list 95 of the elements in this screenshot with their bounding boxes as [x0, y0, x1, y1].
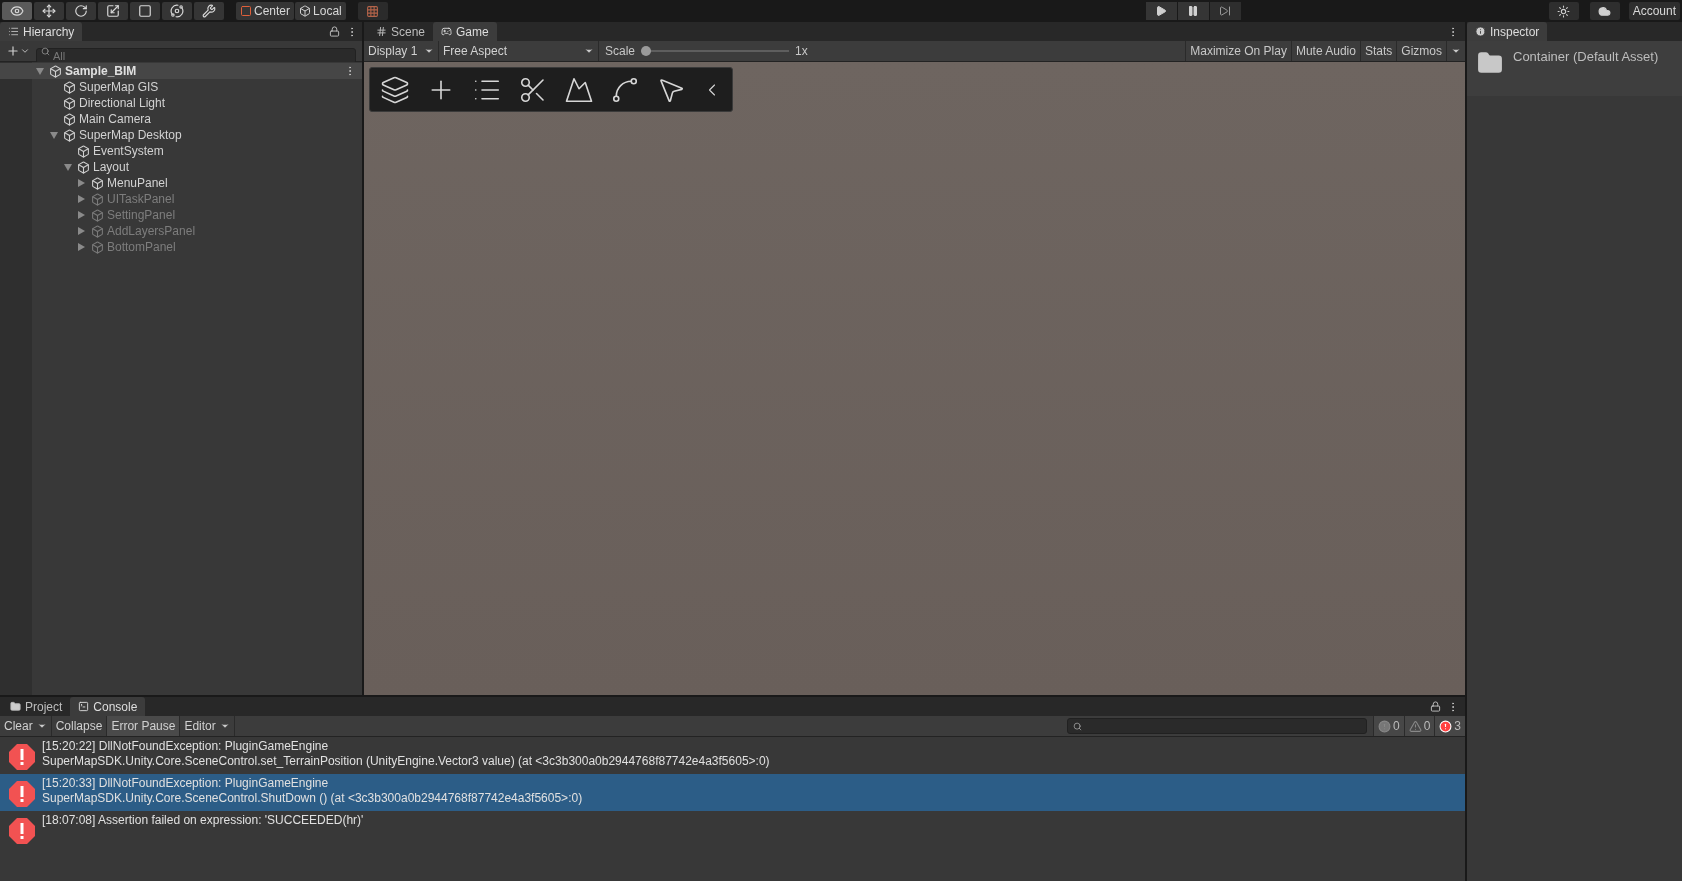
info-icon — [1475, 26, 1486, 37]
toggle-button[interactable]: Stats — [1359, 41, 1397, 61]
log-message-line: [18:07:08] Assertion failed on expression: 'SUCCEEDED(hr)' — [42, 813, 364, 828]
hierarchy-item[interactable]: Main Camera — [79, 110, 152, 128]
folder-icon — [1477, 50, 1503, 76]
add-dropdown-button[interactable] — [6, 44, 30, 58]
caret-icon — [1451, 46, 1461, 56]
hierarchy-item[interactable]: Directional Light — [79, 94, 166, 112]
settings-button[interactable] — [1548, 2, 1579, 20]
pivot-local-button[interactable]: Local — [295, 2, 346, 20]
lock-icon[interactable] — [1430, 701, 1441, 712]
hierarchy-item[interactable]: SuperMap GIS — [79, 78, 159, 96]
log-message-line: SuperMapSDK.Unity.Core.SceneControl.ShutDown () (at <3c3b300a0b2944768f87742e4a3f5605>:0) — [42, 791, 583, 806]
cloud-icon — [1598, 4, 1612, 18]
toggle-button[interactable]: Maximize On Play — [1185, 41, 1291, 61]
cube-icon — [299, 5, 312, 17]
log-count-button[interactable]: 0 — [1403, 716, 1435, 736]
log-message-line: SuperMapSDK.Unity.Core.SceneControl.set_TerrainPosition (UnityEngine.Vector3 value) (at <3c3b300a0b2944768f87742e4a3f5605>:0) — [42, 754, 770, 769]
wrench-icon[interactable] — [194, 2, 224, 20]
caret-icon — [424, 46, 434, 56]
grid-snap-button[interactable] — [357, 2, 388, 20]
collapsed-arrow-icon[interactable] — [78, 227, 85, 235]
panel-tab[interactable]: Scene — [368, 22, 434, 41]
cloud-button[interactable] — [1589, 2, 1620, 20]
collapsed-arrow-icon[interactable] — [78, 195, 85, 203]
hierarchy-item[interactable]: EventSystem — [93, 142, 164, 160]
pause-icon — [1187, 5, 1200, 17]
expanded-arrow-icon[interactable] — [64, 163, 72, 171]
collapsed-arrow-icon[interactable] — [78, 179, 85, 187]
caret-icon — [584, 46, 594, 56]
collapsed-arrow-icon[interactable] — [78, 243, 85, 251]
play-icon — [1155, 5, 1168, 17]
caret-icon — [20, 46, 30, 56]
orbit-icon[interactable] — [162, 2, 192, 20]
expanded-arrow-icon[interactable] — [36, 67, 44, 75]
error-icon — [8, 817, 36, 845]
panel-tab[interactable]: Inspector — [1467, 22, 1548, 41]
console-toolbar-button[interactable]: Editor — [180, 716, 235, 736]
asset-title: Container (Default Asset) — [1513, 48, 1659, 66]
folder-icon — [10, 701, 21, 712]
caret-icon — [219, 721, 230, 731]
error-icon — [1439, 719, 1453, 733]
log-message-line: [15:20:33] DllNotFoundException: PluginGameEngine — [42, 776, 330, 791]
scale-slider[interactable] — [641, 46, 790, 56]
console-entry[interactable]: [15:20:33] DllNotFoundException: PluginGameEngine SuperMapSDK.Unity.Core.SceneControl.ShutDown () (at <3c3b300a0b2944768f87742e4a3f5605>:0) — [0, 774, 1465, 811]
toggle-button[interactable]: Gizmos — [1396, 41, 1446, 61]
rect-icon[interactable] — [130, 2, 160, 20]
rotate-icon[interactable] — [66, 2, 96, 20]
search-icon — [41, 47, 50, 56]
pivot-icon — [240, 5, 252, 17]
plus-icon — [6, 44, 20, 58]
slider-thumb[interactable] — [641, 46, 652, 56]
play-button[interactable] — [1145, 2, 1177, 20]
panel-tab[interactable]: Hierarchy — [0, 22, 83, 41]
eye-icon[interactable] — [2, 2, 32, 20]
panel-tab[interactable]: Project — [2, 697, 71, 716]
panel-tab[interactable]: Console — [70, 697, 146, 716]
aspect-dropdown[interactable]: Free Aspect — [439, 41, 599, 61]
account-button[interactable]: Account — [1628, 2, 1680, 20]
step-button[interactable] — [1209, 2, 1241, 20]
hash-icon — [376, 26, 387, 37]
hierarchy-item[interactable]: SuperMap Desktop — [79, 126, 182, 144]
toggle-button[interactable]: Mute Audio — [1290, 41, 1360, 61]
console-toolbar-button[interactable]: Error Pause — [107, 716, 181, 736]
settings-icon — [1557, 4, 1571, 18]
caret-icon — [36, 721, 47, 731]
gamepad-icon — [441, 26, 453, 37]
hierarchy-item[interactable]: Layout — [93, 158, 130, 176]
step-icon — [1219, 5, 1232, 17]
lock-icon[interactable] — [329, 26, 340, 37]
scale-reading: 1x — [795, 43, 808, 60]
log-message-line: [15:20:22] DllNotFoundException: PluginGameEngine — [42, 739, 330, 754]
log-count-button[interactable]: 0 — [1372, 716, 1404, 736]
log-count-button[interactable]: 3 — [1434, 716, 1465, 736]
console-toolbar-button[interactable]: Clear — [0, 716, 52, 736]
error-icon — [8, 780, 36, 808]
pause-button[interactable] — [1177, 2, 1209, 20]
scale-label: Scale — [605, 43, 636, 60]
collapsed-arrow-icon[interactable] — [78, 211, 85, 219]
console-icon — [78, 701, 90, 712]
scale-icon[interactable] — [98, 2, 128, 20]
grid-icon — [366, 4, 380, 18]
error-icon — [8, 743, 36, 771]
expanded-arrow-icon[interactable] — [50, 131, 58, 139]
display-dropdown[interactable]: Display 1 — [364, 41, 439, 61]
move-arrows-icon[interactable] — [34, 2, 64, 20]
warning-icon — [1408, 719, 1422, 733]
info-icon — [1377, 719, 1391, 733]
hierarchy-item[interactable]: MenuPanel — [107, 174, 168, 192]
search-icon — [1072, 721, 1082, 731]
pivot-center-button[interactable]: Center — [236, 2, 295, 20]
panel-tab[interactable]: Game — [433, 22, 497, 41]
list-icon — [8, 26, 19, 37]
layers-icon[interactable] — [380, 74, 410, 105]
console-search-field[interactable] — [1066, 718, 1367, 734]
